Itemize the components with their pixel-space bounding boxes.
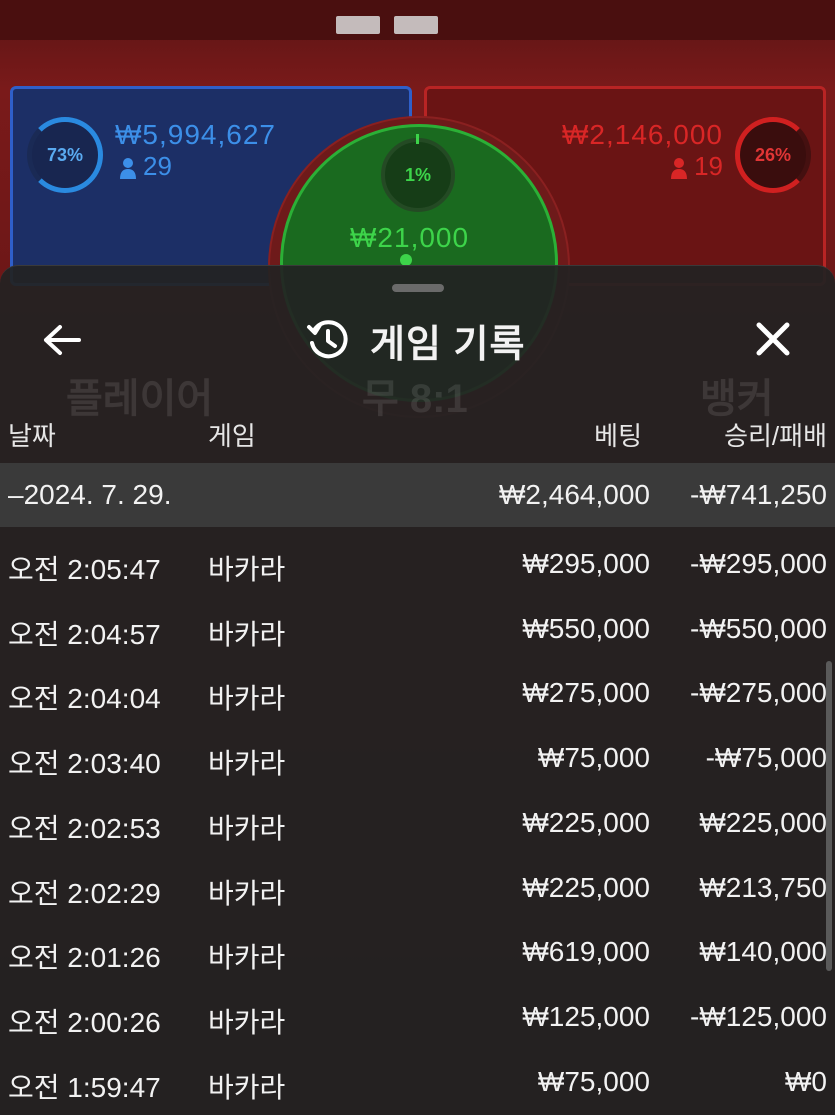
tie-total-amount: ₩21,000 [350, 222, 470, 253]
person-icon [671, 158, 688, 180]
table-row[interactable]: 오전 2:01:26 바카라 ₩619,000 ₩140,000 [0, 922, 835, 987]
scrollbar[interactable] [826, 661, 832, 971]
row-bet: ₩125,000 [522, 1000, 650, 1032]
row-time: 오전 2:04:04 [8, 683, 161, 715]
row-bet: ₩225,000 [522, 806, 650, 838]
close-icon [756, 322, 790, 356]
row-time: 오전 1:59:47 [8, 1071, 161, 1103]
arrow-left-icon [44, 325, 81, 355]
row-result: -₩125,000 [690, 1000, 827, 1032]
player-bettor-count: 29 [119, 151, 172, 182]
table-row[interactable]: 오전 2:04:57 바카라 ₩550,000 -₩550,000 [0, 599, 835, 664]
row-result: -₩550,000 [690, 612, 827, 644]
banker-bettor-count: 19 [670, 151, 723, 182]
table-row[interactable]: 오전 2:04:04 바카라 ₩275,000 -₩275,000 [0, 663, 835, 728]
date-group-result-total: -₩741,250 [690, 479, 827, 510]
row-game: 바카라 [208, 748, 286, 780]
row-game: 바카라 [208, 1071, 286, 1103]
row-time: 오전 2:02:29 [8, 877, 161, 909]
row-result: -₩75,000 [705, 742, 827, 774]
history-icon [307, 320, 348, 359]
table-row[interactable]: 오전 1:59:47 바카라 ₩75,000 ₩0 [0, 1052, 835, 1115]
row-game: 바카라 [208, 877, 286, 909]
row-game: 바카라 [208, 618, 286, 650]
card-slot [394, 16, 438, 34]
table-row[interactable]: 오전 2:00:26 바카라 ₩125,000 -₩125,000 [0, 987, 835, 1052]
column-header-result: 승리/패배 [724, 421, 827, 451]
row-time: 오전 2:05:47 [8, 554, 161, 585]
ghost-tie-label: 무 8:1 [362, 377, 468, 421]
row-time: 오전 2:01:26 [8, 942, 161, 974]
close-button[interactable] [750, 316, 796, 362]
ghost-player-label: 플레이어 [66, 377, 214, 421]
player-percent: 73% [46, 144, 84, 165]
row-bet: ₩275,000 [522, 677, 650, 709]
row-time: 오전 2:02:53 [8, 812, 161, 844]
tie-ring-tick [416, 134, 419, 144]
sheet-title: 게임 기록 [370, 323, 526, 366]
player-percent-ring: 73% [27, 117, 103, 193]
sheet-header: 게임 기록 [0, 306, 835, 372]
row-game: 바카라 [208, 812, 286, 844]
row-time: 오전 2:03:40 [8, 748, 161, 780]
row-time: 오전 2:04:57 [8, 618, 161, 650]
row-result: -₩295,000 [690, 548, 827, 579]
banker-percent-ring: 26% [735, 117, 811, 193]
card-slot [336, 16, 380, 34]
tie-percent: 1% [404, 164, 431, 185]
row-game: 바카라 [208, 683, 286, 715]
column-header-date: 날짜 [8, 421, 56, 451]
row-result: ₩140,000 [699, 936, 827, 968]
row-bet: ₩295,000 [522, 548, 650, 579]
column-header-game: 게임 [208, 421, 256, 451]
row-game: 바카라 [208, 554, 286, 585]
row-bet: ₩619,000 [522, 936, 650, 968]
row-bet: ₩75,000 [537, 1065, 650, 1097]
tie-percent-ring: 1% [381, 138, 455, 212]
banker-total-amount: ₩2,146,000 [562, 119, 723, 150]
row-game: 바카라 [208, 1006, 286, 1038]
person-icon [120, 158, 136, 180]
date-group-row[interactable]: –2024. 7. 29. ₩2,464,000 -₩741,250 [0, 463, 835, 527]
sheet-drag-handle[interactable] [392, 284, 444, 292]
sheet-title-wrap: 게임 기록 [306, 312, 525, 368]
date-group-label: –2024. 7. 29. [8, 479, 172, 510]
date-group-bet-total: ₩2,464,000 [499, 479, 650, 510]
table-row[interactable]: 오전 2:05:47 바카라 ₩295,000 -₩295,000 [0, 534, 835, 599]
table-row[interactable]: 오전 2:02:53 바카라 ₩225,000 ₩225,000 [0, 793, 835, 858]
banker-count-value: 19 [694, 151, 723, 181]
row-result: ₩0 [785, 1065, 827, 1097]
row-result: ₩225,000 [699, 806, 827, 838]
row-bet: ₩75,000 [537, 742, 650, 774]
game-history-sheet: 플레이어 무 8:1 뱅커 게임 기록 날짜 게임 베팅 승리/패배 –2024… [0, 265, 835, 1115]
banker-percent: 26% [754, 144, 792, 165]
row-game: 바카라 [208, 942, 286, 974]
row-time: 오전 2:00:26 [8, 1006, 161, 1038]
row-bet: ₩550,000 [522, 612, 650, 644]
table-row[interactable]: 오전 2:02:29 바카라 ₩225,000 ₩213,750 [0, 858, 835, 923]
row-result: ₩213,750 [699, 871, 827, 903]
row-result: -₩275,000 [690, 677, 827, 709]
back-button[interactable] [40, 318, 84, 362]
player-count-value: 29 [143, 151, 172, 181]
table-row[interactable]: 오전 2:03:40 바카라 ₩75,000 -₩75,000 [0, 728, 835, 793]
row-bet: ₩225,000 [522, 871, 650, 903]
column-header-bet: 베팅 [594, 421, 642, 451]
player-total-amount: ₩5,994,627 [115, 119, 276, 150]
